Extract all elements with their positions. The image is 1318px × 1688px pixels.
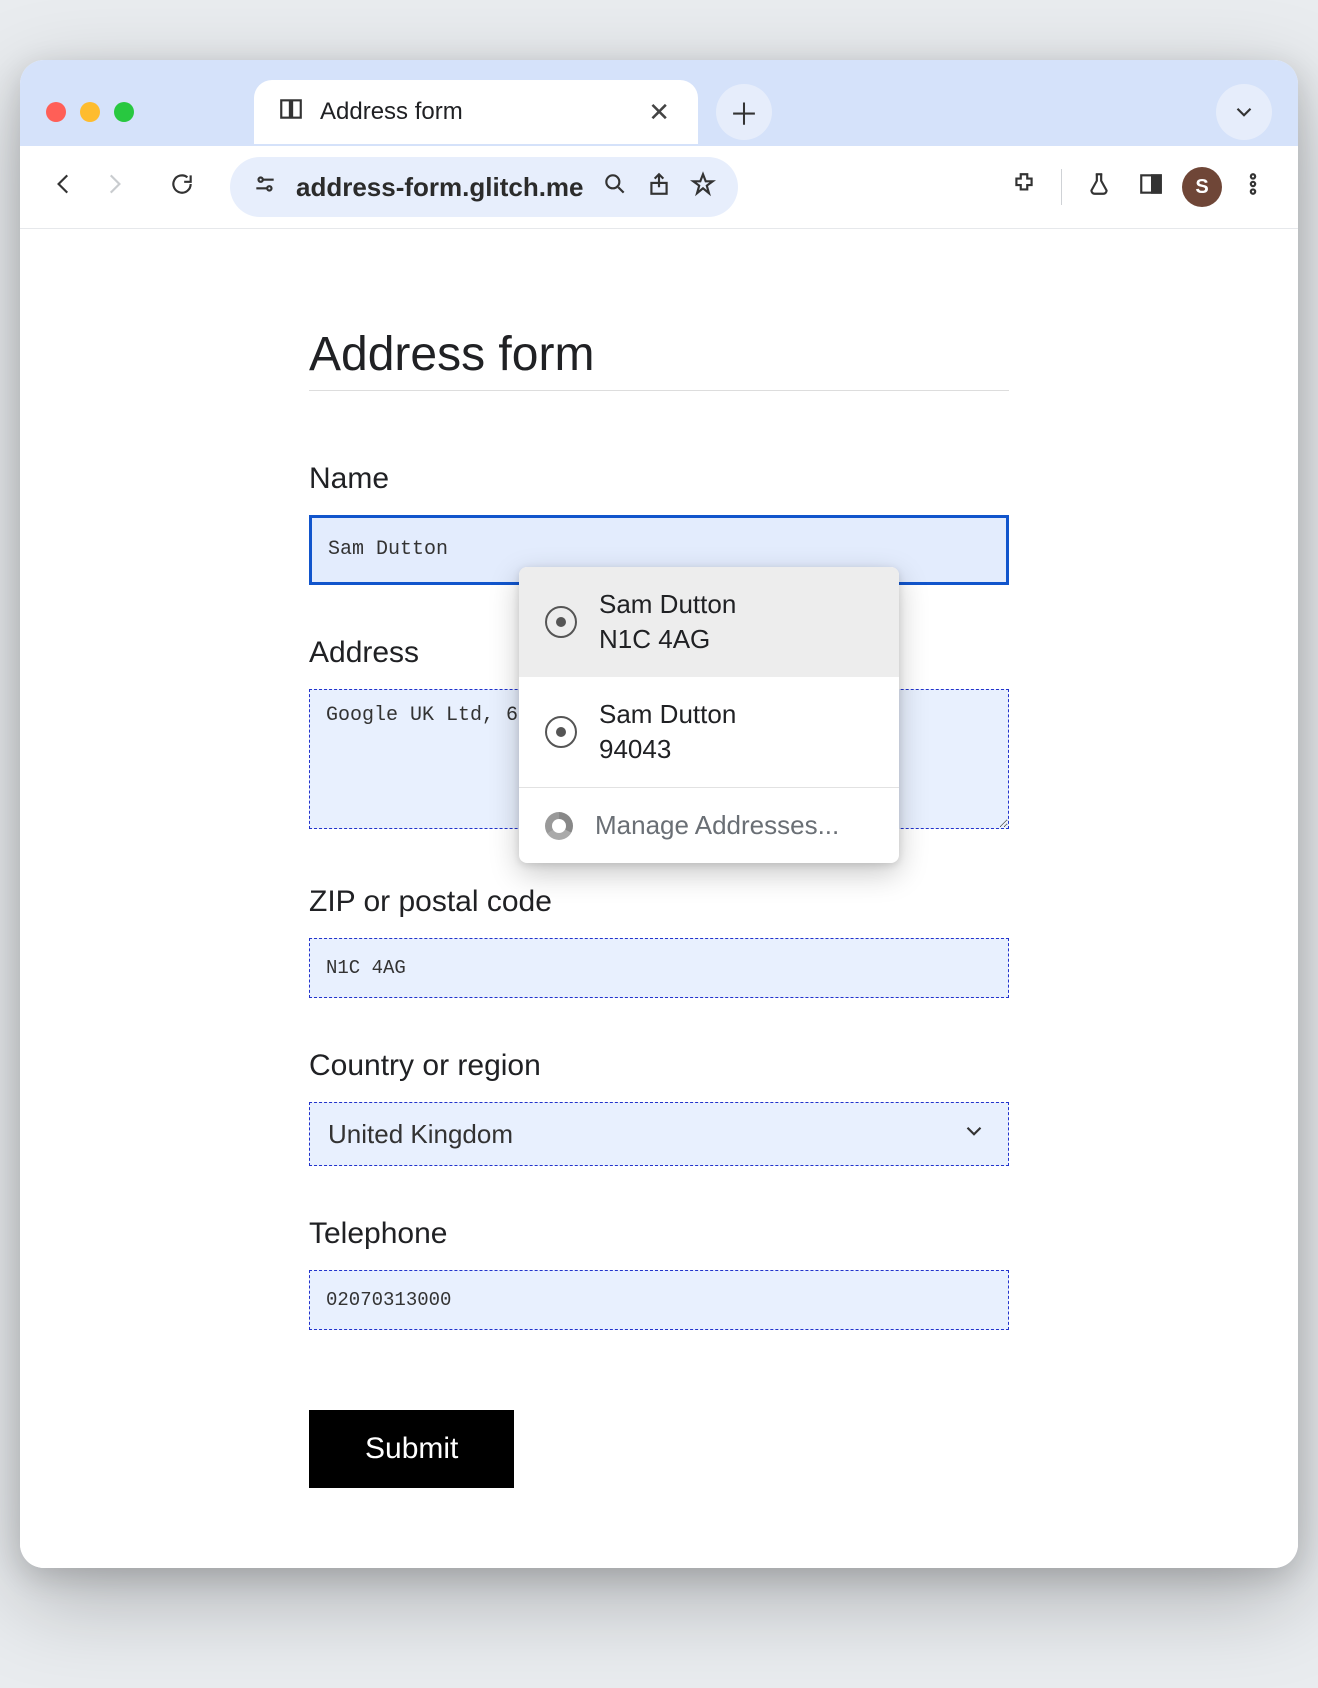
browser-toolbar: address-form.glitch.me (20, 146, 1298, 228)
browser-tab-active[interactable]: Address form ✕ (254, 80, 698, 144)
telephone-input[interactable] (309, 1270, 1009, 1330)
zoom-icon[interactable] (602, 171, 628, 203)
reload-button[interactable] (162, 171, 202, 204)
suggestion-name: Sam Dutton (599, 589, 736, 620)
browser-window: Address form ✕ ＋ (20, 60, 1298, 1568)
window-zoom-button[interactable] (114, 102, 134, 122)
suggestion-name: Sam Dutton (599, 699, 736, 730)
autofill-popup: Sam Dutton N1C 4AG Sam Dutton 94043 M (519, 567, 899, 863)
site-settings-icon[interactable] (252, 171, 278, 203)
side-panel-icon[interactable] (1130, 171, 1172, 204)
autofill-suggestion-1[interactable]: Sam Dutton 94043 (519, 677, 899, 787)
label-country: Country or region (309, 1048, 1009, 1084)
extensions-icon[interactable] (1003, 171, 1045, 204)
window-minimize-button[interactable] (80, 102, 100, 122)
kebab-menu-icon[interactable] (1232, 171, 1274, 204)
person-icon (545, 606, 577, 638)
window-controls (46, 102, 134, 122)
tabs-dropdown-button[interactable] (1216, 84, 1272, 140)
address-form: Address form Name Sam Dutton N1C 4AG (309, 329, 1009, 1488)
toolbar-divider (1061, 169, 1062, 205)
suggestion-secondary: N1C 4AG (599, 624, 736, 655)
browser-chrome-top: Address form ✕ ＋ (20, 60, 1298, 228)
person-icon (545, 716, 577, 748)
suggestion-secondary: 94043 (599, 734, 736, 765)
country-select[interactable]: United Kingdom (309, 1102, 1009, 1166)
tab-favicon-icon (278, 96, 304, 129)
chrome-logo-icon (545, 812, 573, 840)
profile-initial: S (1195, 176, 1208, 199)
bookmark-star-icon[interactable] (690, 171, 716, 203)
label-telephone: Telephone (309, 1216, 1009, 1252)
window-close-button[interactable] (46, 102, 66, 122)
share-icon[interactable] (646, 171, 672, 203)
forward-button[interactable] (94, 171, 134, 204)
tab-title: Address form (320, 98, 624, 126)
url-text: address-form.glitch.me (296, 172, 584, 203)
autofill-suggestion-0[interactable]: Sam Dutton N1C 4AG (519, 567, 899, 677)
address-bar[interactable]: address-form.glitch.me (230, 157, 738, 217)
tab-close-button[interactable]: ✕ (640, 93, 678, 132)
new-tab-button[interactable]: ＋ (716, 84, 772, 140)
manage-label: Manage Addresses... (595, 810, 839, 841)
page-viewport: Address form Name Sam Dutton N1C 4AG (20, 228, 1298, 1568)
labs-icon[interactable] (1078, 171, 1120, 204)
zip-input[interactable] (309, 938, 1009, 998)
label-zip: ZIP or postal code (309, 884, 1009, 920)
manage-addresses-button[interactable]: Manage Addresses... (519, 787, 899, 863)
tab-strip: Address form ✕ ＋ (20, 78, 1298, 146)
profile-avatar[interactable]: S (1182, 167, 1222, 207)
title-rule (309, 390, 1009, 391)
back-button[interactable] (44, 171, 84, 204)
page-title: Address form (309, 329, 1009, 382)
label-name: Name (309, 461, 1009, 497)
submit-button[interactable]: Submit (309, 1410, 514, 1488)
